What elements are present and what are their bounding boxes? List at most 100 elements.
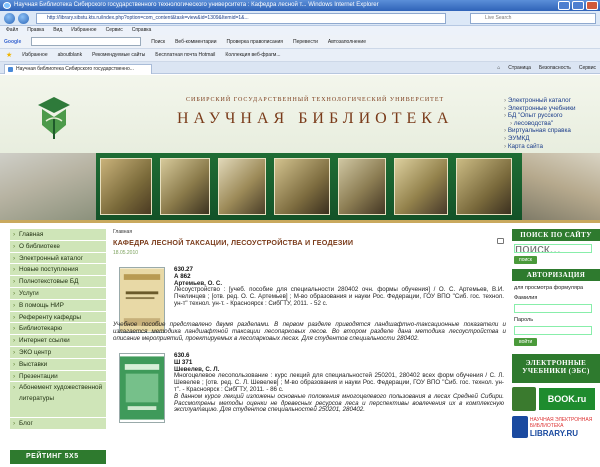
page-menu[interactable]: Страница [508, 62, 531, 74]
elibrary-logo-icon [512, 416, 528, 438]
favorite-link[interactable]: Бесплатная почта Hotmail [155, 49, 215, 61]
password-input[interactable] [514, 326, 592, 335]
building-photo [0, 153, 96, 220]
browser-tab[interactable]: Научная библиотека Сибирского государств… [4, 64, 152, 74]
breadcrumb[interactable]: Главная [113, 229, 506, 235]
book-entry: 630.27 А 862 Артемьев, О. С. Лесоустройс… [113, 266, 506, 347]
nav-item-about[interactable]: О библиотеке [10, 240, 106, 253]
book-info: 630.27 А 862 Артемьев, О. С. Лесоустройс… [174, 266, 504, 308]
home-icon[interactable]: ⌂ [497, 62, 500, 74]
menu-file[interactable]: Файл [6, 26, 18, 35]
surname-input[interactable] [514, 304, 592, 313]
menu-tools[interactable]: Сервис [106, 26, 123, 35]
photo-strip [0, 153, 600, 220]
link-db-experience-cont[interactable]: лесоводства" [504, 120, 600, 128]
maximize-icon[interactable] [572, 1, 584, 10]
book-abstract: В данном курсе лекций изложены основные … [174, 392, 504, 414]
nav-item-fiction-loan[interactable]: Абонемент художественной литературы [10, 382, 106, 419]
right-sidebar: ПОИСК ПО САЙТУ поиск АВТОРИЗАЦИЯ для про… [512, 229, 600, 438]
bookru-logo-icon [512, 387, 536, 411]
google-spellcheck-button[interactable]: Проверка правописания [227, 35, 283, 48]
nav-item-librarian[interactable]: Библиотекарю [10, 323, 106, 336]
site-search-input[interactable] [514, 244, 592, 253]
favorite-link[interactable]: aboutblank [58, 49, 82, 61]
book-entry: 630.6 Ш 371 Шевелев, С. Л. Многоцелевое … [113, 352, 506, 443]
nav-item-exhibitions[interactable]: Выставки [10, 358, 106, 371]
page-title: КАФЕДРА ЛЕСНОЙ ТАКСАЦИИ, ЛЕСОУСТРОЙСТВА … [113, 238, 506, 247]
safety-menu[interactable]: Безопасность [539, 62, 571, 74]
window-title: Научная Библиотека Сибирского государств… [14, 2, 379, 8]
elibrary-caption: НАУЧНАЯ ЭЛЕКТРОННАЯ БИБЛИОТЕКА [529, 416, 593, 429]
nav-item-services[interactable]: Услуги [10, 287, 106, 300]
favorites-star-icon[interactable]: ★ [6, 49, 12, 61]
favorites-button[interactable]: Избранное [22, 49, 47, 61]
page-title-text: КАФЕДРА ЛЕСНОЙ ТАКСАЦИИ, ЛЕСОУСТРОЙСТВА … [113, 238, 354, 247]
link-sitemap[interactable]: Карта сайта [504, 143, 600, 151]
reading-room-photo [100, 158, 152, 215]
elibrary-label: LIBRARY.RU [529, 428, 578, 438]
link-db-experience[interactable]: БД "Опыт русского [504, 112, 600, 120]
nav-item-internet-links[interactable]: Интернет ссылки [10, 335, 106, 347]
back-icon[interactable] [4, 13, 15, 24]
google-toolbar: Google Поиск Веб-комментарии Проверка пр… [0, 35, 600, 49]
close-icon[interactable] [586, 1, 598, 10]
live-search-input[interactable]: Live Search [470, 13, 596, 24]
web-page: СИБИРСКИЙ ГОСУДАРСТВЕННЫЙ ТЕХНОЛОГИЧЕСКИ… [0, 75, 600, 467]
nav-item-department-referent[interactable]: Референту кафедры [10, 311, 106, 324]
building-photo [522, 153, 600, 220]
reading-room-photo [456, 158, 512, 215]
nav-item-blog[interactable]: Блог [10, 418, 106, 431]
top-links: Электронный каталог Электронные учебники… [504, 97, 600, 150]
password-label: Пароль [514, 317, 534, 323]
link-electronic-catalog[interactable]: Электронный каталог [504, 97, 600, 105]
nav-item-home[interactable]: Главная [10, 229, 106, 241]
menu-view[interactable]: Вид [53, 26, 62, 35]
nav-item-research[interactable]: В помощь НИР [10, 299, 106, 312]
book-code: 630.6 [174, 352, 190, 359]
login-button[interactable]: войти [514, 338, 538, 346]
textbooks-banner[interactable]: ЭЛЕКТРОННЫЕ УЧЕБНИКИ (ЭБС) [512, 354, 600, 383]
link-virtual-reference[interactable]: Виртуальная справка [504, 127, 600, 135]
book-info: 630.6 Ш 371 Шевелев, С. Л. Многоцелевое … [174, 352, 504, 414]
divider [0, 220, 600, 223]
google-search-button[interactable]: Поиск [151, 35, 165, 48]
minimize-icon[interactable] [558, 1, 570, 10]
rating-header: РЕЙТИНГ 5Х5 [10, 450, 106, 464]
book-cover-image[interactable] [119, 353, 165, 423]
reading-room-photo [338, 158, 386, 215]
url-input[interactable]: http://library.sibstu.kts.ru/index.php?o… [36, 13, 446, 24]
nav-item-fulltext-db[interactable]: Полнотекстовые БД [10, 276, 106, 288]
link-electronic-textbooks[interactable]: Электронные учебники [504, 105, 600, 113]
menu-help[interactable]: Справка [132, 26, 152, 35]
site-search-button[interactable]: поиск [514, 256, 537, 264]
nav-item-new-arrivals[interactable]: Новые поступления [10, 264, 106, 277]
book-abstract: Учебное пособие представлено двумя разде… [113, 321, 506, 342]
favorite-link[interactable]: Коллекция веб-фрагм... [225, 49, 280, 61]
menu-bar: Файл Правка Вид Избранное Сервис Справка [0, 26, 600, 35]
bookru-banner[interactable]: BOOK.ru [512, 387, 600, 411]
nav-item-presentations[interactable]: Презентации [10, 370, 106, 383]
nav-item-eco-center[interactable]: ЭКО центр [10, 346, 106, 359]
auth-note: для просмотра формуляра [514, 285, 584, 291]
print-icon[interactable] [497, 238, 504, 244]
window-titlebar: Научная Библиотека Сибирского государств… [0, 0, 600, 11]
address-bar: http://library.sibstu.kts.ru/index.php?o… [0, 11, 600, 26]
tools-menu[interactable]: Сервис [579, 62, 596, 74]
favorite-link[interactable]: Рекомендуемые сайты [92, 49, 145, 61]
link-eumkd[interactable]: ЭУМКД [504, 135, 600, 143]
menu-edit[interactable]: Правка [27, 26, 44, 35]
search-header: ПОИСК ПО САЙТУ [512, 229, 600, 241]
menu-favorites[interactable]: Избранное [71, 26, 96, 35]
left-nav: Главная О библиотеке Электронный каталог… [10, 229, 106, 431]
google-search-input[interactable] [31, 37, 142, 46]
nav-item-catalog[interactable]: Электронный каталог [10, 252, 106, 265]
publish-date: 18.05.2010 [113, 250, 139, 256]
book-description: Лесоустройство : [учеб. пособие для спец… [174, 286, 504, 307]
favorites-bar: ★ Избранное aboutblank Рекомендуемые сай… [0, 49, 600, 62]
google-comments-button[interactable]: Веб-комментарии [175, 35, 216, 48]
google-translate-button[interactable]: Перевести [293, 35, 318, 48]
book-index: А 862 [174, 272, 191, 280]
google-autofill-button[interactable]: Автозаполнение [328, 35, 366, 48]
elibrary-banner[interactable]: НАУЧНАЯ ЭЛЕКТРОННАЯ БИБЛИОТЕКА LIBRARY.R… [512, 416, 600, 438]
forward-icon[interactable] [18, 13, 29, 24]
